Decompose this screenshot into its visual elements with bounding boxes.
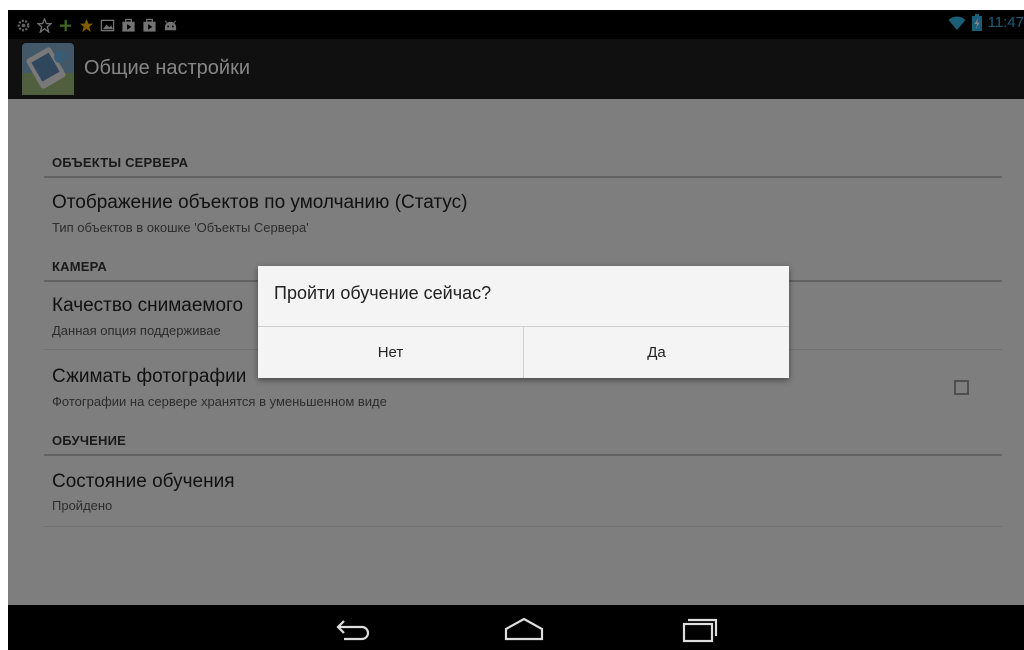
- no-button[interactable]: Нет: [258, 327, 523, 378]
- yes-button[interactable]: Да: [524, 327, 789, 378]
- recent-apps-icon[interactable]: [670, 611, 730, 645]
- home-icon[interactable]: [494, 611, 554, 645]
- training-dialog: Пройти обучение сейчас? Нет Да: [258, 266, 789, 378]
- navigation-bar: [8, 605, 1024, 650]
- dialog-message: Пройти обучение сейчас?: [274, 283, 492, 303]
- back-icon[interactable]: [324, 611, 384, 645]
- device-screen: 11:47 Общие настройки ОБЪЕКТЫ СЕРВЕРА От…: [8, 10, 1024, 650]
